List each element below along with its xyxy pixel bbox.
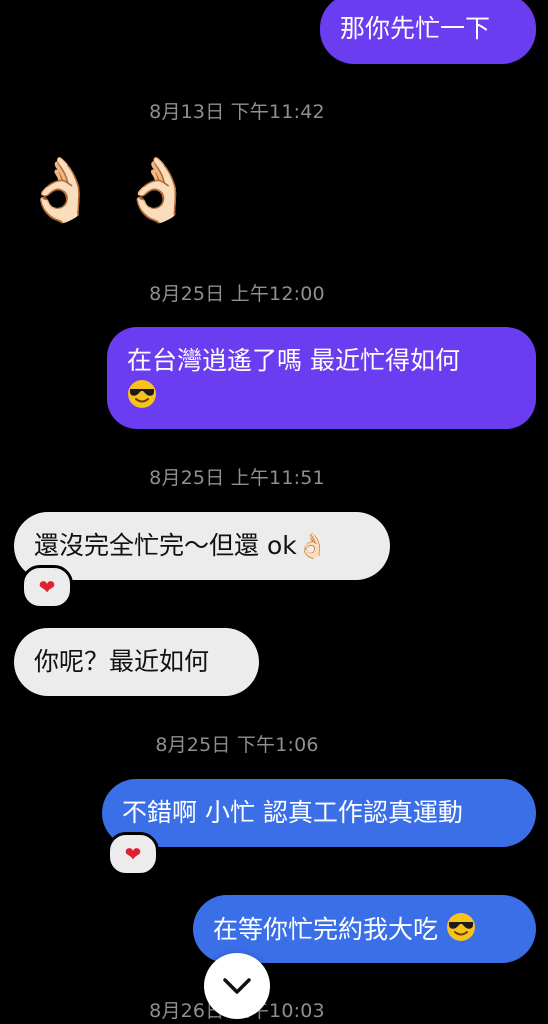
reaction-badge[interactable]: ❤: [21, 565, 73, 609]
message-text: 那你先忙一下: [340, 14, 491, 43]
heart-icon: ❤: [38, 575, 56, 599]
message-text: 在等你忙完約我大吃: [213, 915, 439, 944]
scroll-to-bottom-button[interactable]: [204, 953, 270, 1019]
sunglasses-smiley-icon: [128, 380, 156, 408]
outgoing-message[interactable]: 那你先忙一下: [320, 0, 536, 64]
outgoing-message[interactable]: 在台灣逍遙了嗎 最近忙得如何: [107, 327, 536, 429]
message-text: 還沒完全忙完～但還 ok👌🏻: [34, 531, 328, 560]
incoming-message[interactable]: 你呢？最近如何: [14, 628, 259, 696]
timestamp: 8月25日 上午12:00: [149, 283, 325, 305]
outgoing-message[interactable]: 在等你忙完約我大吃: [193, 895, 536, 963]
emoji-message[interactable]: 👌🏻 👌🏻: [22, 155, 196, 225]
incoming-message[interactable]: 還沒完全忙完～但還 ok👌🏻: [14, 512, 390, 580]
message-text: 在台灣逍遙了嗎 最近忙得如何: [127, 346, 460, 375]
message-emoji: [127, 379, 536, 415]
message-text: 你呢？最近如何: [34, 647, 210, 676]
heart-icon: ❤: [124, 842, 142, 866]
timestamp: 8月25日 上午11:51: [149, 467, 325, 489]
message-text: 不錯啊 小忙 認真工作認真運動: [122, 798, 463, 827]
reaction-badge[interactable]: ❤: [107, 832, 159, 876]
chevron-down-icon: [223, 978, 251, 994]
sunglasses-smiley-icon: [446, 913, 475, 941]
timestamp: 8月25日 下午1:06: [155, 734, 319, 756]
timestamp: 8月13日 下午11:42: [149, 101, 325, 123]
outgoing-message[interactable]: 不錯啊 小忙 認真工作認真運動: [102, 779, 536, 847]
